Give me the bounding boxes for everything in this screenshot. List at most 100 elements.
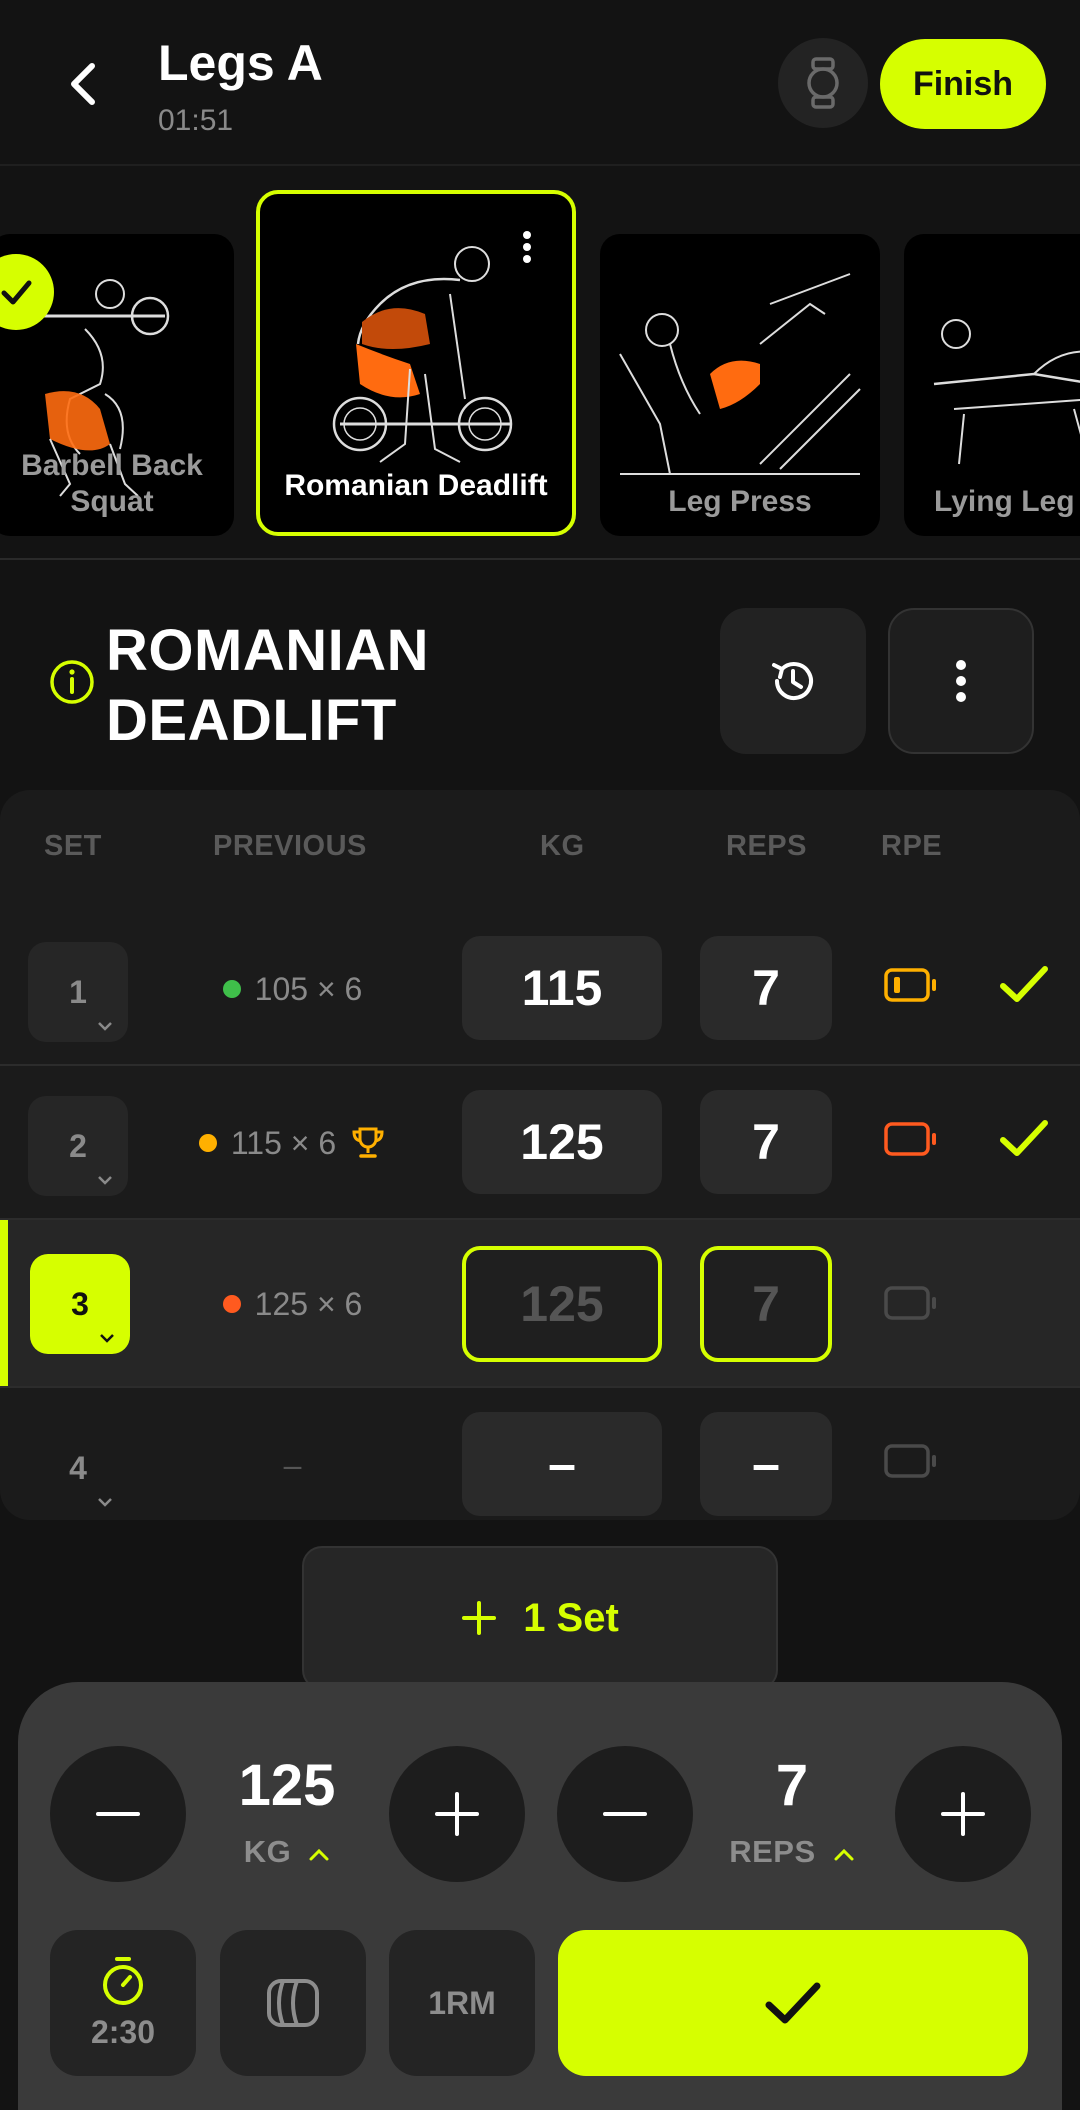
more-vertical-icon <box>956 660 966 702</box>
set-row: 1 105 × 6 115 7 <box>0 912 1080 1066</box>
minus-icon <box>603 1812 647 1816</box>
minus-icon <box>96 1812 140 1816</box>
battery-icon <box>884 1286 936 1320</box>
decrease-weight-button[interactable] <box>50 1746 186 1882</box>
card-more-button[interactable] <box>522 230 532 269</box>
exercise-card-lying-leg-curl[interactable]: Lying Leg <box>904 234 1080 536</box>
set-number-selector[interactable]: 1 <box>28 942 128 1042</box>
history-icon <box>772 662 813 701</box>
workout-title: Legs A <box>158 35 323 91</box>
weight-unit-selector[interactable]: KG <box>197 1834 377 1870</box>
chevron-down-icon <box>100 1334 114 1343</box>
check-icon <box>1000 966 1048 1002</box>
plate-calculator-button[interactable] <box>220 1930 366 2076</box>
exercise-title: ROMANIAN DEADLIFT <box>106 616 429 756</box>
elapsed-timer: 01:51 <box>158 104 234 137</box>
weight-input[interactable]: 125 <box>462 1246 662 1362</box>
stopwatch-icon <box>103 1956 143 2005</box>
exercise-card-romanian-deadlift[interactable]: Romanian Deadlift <box>256 190 576 536</box>
previous-value[interactable]: 105 × 6 <box>170 912 415 1066</box>
watch-icon <box>807 57 839 109</box>
back-button[interactable] <box>60 52 108 116</box>
plus-icon <box>941 1792 985 1836</box>
exercise-title-line: DEADLIFT <box>106 688 397 753</box>
rpe-button[interactable] <box>884 1286 938 1325</box>
weight-input[interactable]: 115 <box>462 936 662 1040</box>
one-rep-max-button[interactable]: 1RM <box>389 1930 535 2076</box>
previous-text: 115 × 6 <box>230 1124 337 1161</box>
set-row: 4 – – – <box>0 1388 1080 1520</box>
exercise-card-label: Barbell Back Squat <box>21 449 203 518</box>
status-dot <box>198 1134 217 1152</box>
rpe-button[interactable] <box>884 1444 938 1483</box>
exercise-more-button[interactable] <box>888 608 1034 754</box>
header-set: SET <box>44 830 102 862</box>
set-row-current: 3 125 × 6 125 7 <box>0 1220 1080 1388</box>
reps-unit: REPS <box>729 1834 816 1869</box>
chevron-up-icon <box>834 1848 854 1861</box>
watch-button[interactable] <box>778 38 868 128</box>
increase-weight-button[interactable] <box>389 1746 525 1882</box>
set-number: 3 <box>71 1285 89 1322</box>
reps-input[interactable]: 7 <box>700 936 832 1040</box>
plus-icon <box>435 1792 479 1836</box>
weight-plates-icon <box>267 1979 319 2027</box>
header-kg: KG <box>540 830 585 862</box>
chevron-down-icon <box>98 1176 112 1185</box>
chevron-up-icon <box>309 1848 329 1861</box>
finish-button[interactable]: Finish <box>880 39 1046 129</box>
reps-input[interactable]: 7 <box>700 1246 832 1362</box>
reps-unit-selector[interactable]: REPS <box>702 1834 882 1870</box>
exercise-card-label: Romanian Deadlift <box>284 469 548 502</box>
header-rpe: RPE <box>881 830 943 862</box>
previous-text: 125 × 6 <box>254 1285 363 1322</box>
chevron-left-icon <box>71 63 95 105</box>
set-row: 2 115 × 6 125 7 <box>0 1066 1080 1220</box>
reps-value[interactable]: 7 <box>702 1752 882 1819</box>
battery-icon <box>884 968 936 1002</box>
decrease-reps-button[interactable] <box>557 1746 693 1882</box>
sets-table: SET PREVIOUS KG REPS RPE 1 105 × 6 115 7 <box>0 790 1080 1520</box>
complete-set-toggle[interactable] <box>998 1116 1050 1165</box>
confirm-set-button[interactable] <box>558 1930 1028 2076</box>
rest-timer-button[interactable]: 2:30 <box>50 1930 196 2076</box>
battery-icon <box>884 1444 936 1478</box>
weight-input[interactable]: – <box>462 1412 662 1516</box>
add-set-button[interactable]: 1 Set <box>302 1546 778 1690</box>
set-number: 2 <box>69 1127 87 1164</box>
increase-reps-button[interactable] <box>895 1746 1031 1882</box>
rpe-button[interactable] <box>884 968 938 1007</box>
trophy-icon <box>352 1127 384 1158</box>
set-number-selector[interactable]: 4 <box>28 1418 128 1518</box>
add-set-label: 1 Set <box>523 1595 619 1640</box>
workout-header: Legs A 01:51 Finish <box>0 0 1080 166</box>
rest-timer-value: 2:30 <box>90 2013 156 2050</box>
reps-input[interactable]: – <box>700 1412 832 1516</box>
set-number: 1 <box>69 973 87 1010</box>
set-number-selector[interactable]: 3 <box>30 1254 130 1354</box>
complete-set-toggle[interactable] <box>998 962 1050 1011</box>
chevron-down-icon <box>98 1498 112 1507</box>
exercise-title-line: ROMANIAN <box>106 618 429 683</box>
exercise-card-label: Lying Leg <box>934 485 1075 518</box>
info-button[interactable] <box>48 658 96 711</box>
reps-input[interactable]: 7 <box>700 1090 832 1194</box>
weight-input[interactable]: 125 <box>462 1090 662 1194</box>
check-icon <box>1000 1120 1048 1156</box>
entry-panel: 125 KG 7 REPS 2:30 1RM <box>18 1682 1062 2110</box>
status-dot <box>222 1295 241 1313</box>
status-dot <box>222 980 241 998</box>
weight-value[interactable]: 125 <box>197 1752 377 1819</box>
history-button[interactable] <box>720 608 866 754</box>
table-header: SET PREVIOUS KG REPS RPE <box>0 830 1080 870</box>
rpe-button[interactable] <box>884 1122 938 1161</box>
previous-value[interactable]: 115 × 6 <box>170 1066 415 1220</box>
check-icon <box>765 1982 821 2024</box>
check-icon <box>1 280 32 305</box>
set-number-selector[interactable]: 2 <box>28 1096 128 1196</box>
current-set-indicator <box>0 1220 8 1386</box>
previous-value[interactable]: 125 × 6 <box>170 1220 415 1388</box>
exercise-card-leg-press[interactable]: Leg Press <box>600 234 880 536</box>
battery-icon <box>884 1122 936 1156</box>
previous-value: – <box>283 1446 302 1483</box>
